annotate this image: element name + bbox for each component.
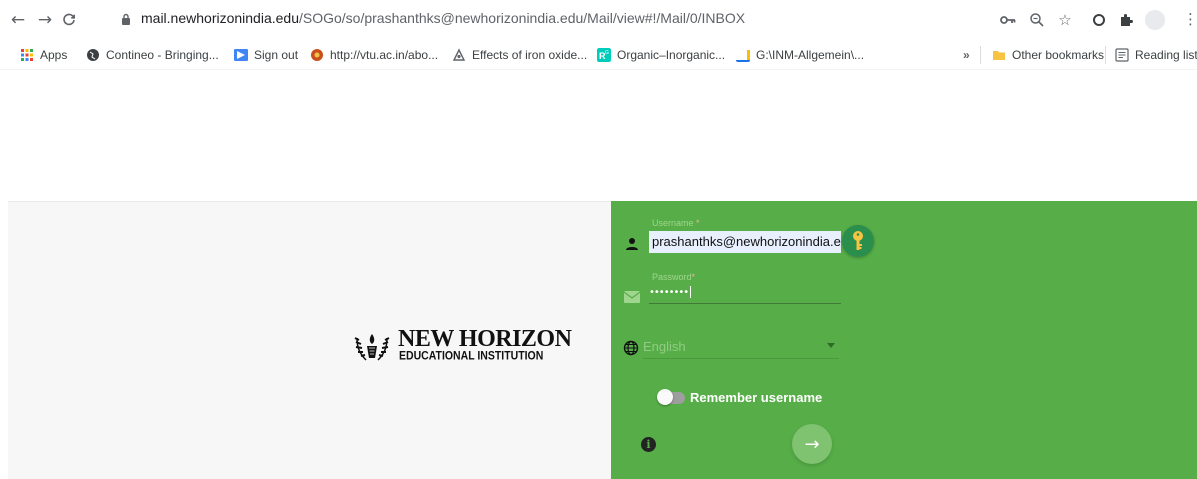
username-label-text: Username: [652, 218, 694, 228]
bookmark-contineo[interactable]: Contineo - Bringing...: [86, 47, 219, 63]
url-host: mail.newhorizonindia.edu: [141, 10, 299, 26]
bookmark-divider: [980, 46, 981, 64]
dropdown-arrow-icon: [827, 343, 835, 348]
forward-icon[interactable]: →: [35, 10, 55, 30]
required-mark: *: [691, 272, 696, 282]
url-path: /SOGo/so/prashanthks@newhorizonindia.edu…: [299, 10, 746, 26]
logo-subtitle: EDUCATIONAL INSTITUTION: [399, 349, 544, 363]
key-icon[interactable]: [999, 11, 1017, 29]
reload-icon[interactable]: [59, 10, 79, 30]
url-text[interactable]: mail.newhorizonindia.edu/SOGo/so/prashan…: [141, 10, 745, 26]
logo-emblem-icon: [354, 334, 390, 361]
bookmark-label: Sign out: [254, 48, 299, 62]
profile-avatar[interactable]: [1145, 10, 1165, 30]
bookmark-reading-list[interactable]: Reading list: [1115, 47, 1197, 63]
username-label: Username *: [652, 218, 700, 228]
overflow-chevron-icon: »: [963, 48, 970, 62]
bookmark-vtu[interactable]: http://vtu.ac.in/abo...: [310, 47, 438, 63]
bookmark-divider: [1105, 46, 1106, 64]
lock-icon: [122, 13, 130, 25]
vtu-icon: [311, 49, 323, 61]
password-input[interactable]: ••••••••: [649, 286, 841, 304]
institution-logo: NEW HORIZON EDUCATIONAL INSTITUTION: [352, 326, 596, 366]
remember-username-label[interactable]: Remember username: [690, 390, 822, 405]
bookmark-effects[interactable]: Effects of iron oxide...: [452, 47, 587, 63]
extension-icon[interactable]: [1090, 11, 1108, 29]
signout-icon: [234, 49, 248, 61]
reading-list-icon: [1115, 48, 1129, 62]
star-icon[interactable]: ☆: [1056, 11, 1074, 29]
password-label: Password*: [652, 272, 695, 282]
submit-button[interactable]: →: [792, 424, 832, 464]
mail-icon: [624, 291, 640, 303]
bookmark-organic[interactable]: RG Organic–Inorganic...: [597, 47, 725, 63]
bookmark-apps[interactable]: Apps: [20, 47, 67, 63]
password-manager-key-button[interactable]: [842, 225, 874, 257]
researchgate-icon: RG: [597, 48, 611, 62]
bookmarks-overflow[interactable]: »: [963, 47, 970, 63]
menu-icon[interactable]: ⋮: [1183, 10, 1197, 28]
info-icon[interactable]: i: [641, 437, 656, 452]
svg-text:G: G: [605, 50, 609, 56]
bookmark-signout[interactable]: Sign out: [234, 47, 298, 63]
required-mark: *: [696, 218, 700, 228]
password-label-text: Password: [652, 272, 692, 282]
key-icon: [853, 231, 863, 250]
bookmark-label: Organic–Inorganic...: [617, 48, 726, 62]
bookmark-label: Apps: [40, 48, 68, 62]
text-caret: [690, 286, 692, 298]
remember-username-toggle[interactable]: [657, 389, 687, 405]
folder-icon: [993, 51, 1005, 60]
bookmark-label: http://vtu.ac.in/abo...: [330, 48, 439, 62]
language-select[interactable]: English: [643, 339, 839, 359]
password-dots: ••••••••: [649, 287, 689, 298]
globe-icon: [87, 49, 99, 61]
username-input[interactable]: prashanthks@newhorizonindia.ed: [649, 231, 841, 253]
language-value: English: [643, 339, 686, 354]
bookmark-label: G:\INM-Allgemein\...: [756, 48, 865, 62]
person-icon: [626, 238, 638, 250]
bookmark-label: Other bookmarks: [1012, 48, 1105, 62]
bookmark-label: Reading list: [1135, 48, 1197, 62]
bookmark-label: Contineo - Bringing...: [106, 48, 219, 62]
bookmark-other[interactable]: Other bookmarks: [992, 47, 1104, 63]
bookmark-inm[interactable]: G:\INM-Allgemein\...: [736, 47, 864, 63]
zoom-icon[interactable]: [1028, 11, 1046, 29]
chart-icon: [736, 50, 750, 62]
puzzle-icon[interactable]: [1117, 11, 1135, 29]
bookmark-label: Effects of iron oxide...: [472, 48, 588, 62]
apps-grid-icon: [21, 49, 33, 61]
article-icon: [452, 48, 466, 61]
toggle-thumb: [657, 389, 673, 405]
globe-icon: [623, 340, 639, 356]
back-icon[interactable]: ←: [8, 10, 28, 30]
